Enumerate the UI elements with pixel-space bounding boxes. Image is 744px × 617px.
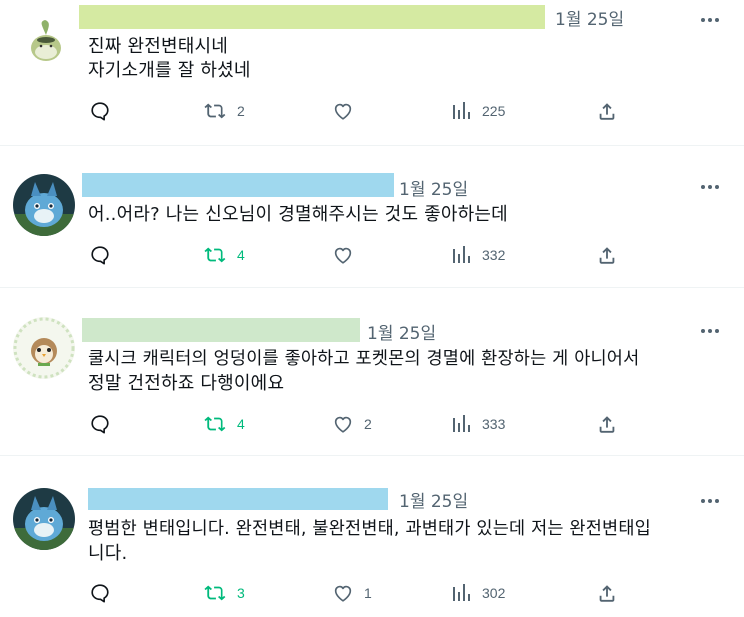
views-button[interactable]: 333	[452, 412, 505, 436]
more-options-button[interactable]	[698, 319, 722, 343]
tweet-text-line: 진짜 완전변태시네	[88, 36, 229, 57]
tweet-date[interactable]: 1월 25일	[555, 5, 624, 30]
more-options-button[interactable]	[698, 175, 722, 199]
heart-icon	[334, 416, 352, 433]
redacted-username	[79, 5, 545, 29]
like-button[interactable]: 1	[332, 581, 372, 605]
reply-button[interactable]	[89, 581, 111, 605]
blue-creature-avatar-icon	[13, 488, 75, 550]
blue-creature-avatar-icon	[13, 174, 75, 236]
avatar[interactable]	[15, 10, 77, 72]
like-button[interactable]: 2	[332, 412, 372, 436]
view-count: 333	[482, 416, 506, 432]
views-bar-chart-icon	[453, 246, 470, 263]
retweet-icon	[204, 103, 226, 119]
share-button[interactable]	[596, 99, 618, 123]
views-bar-chart-icon	[453, 102, 470, 119]
retweet-button[interactable]: 2	[203, 99, 245, 123]
redacted-username	[88, 488, 388, 510]
views-bar-chart-icon	[453, 415, 470, 432]
avatar[interactable]	[13, 174, 75, 236]
like-count: 1	[364, 585, 372, 601]
reply-button[interactable]	[89, 243, 111, 267]
more-dots-icon	[701, 185, 719, 189]
tweet[interactable]: 1월 25일 어..어라? 나는 신오님이 경멸해주시는 것도 좋아하는데 4 …	[0, 146, 744, 288]
tweet-date[interactable]: 1월 25일	[399, 487, 468, 512]
retweet-count: 4	[237, 416, 245, 432]
like-count: 2	[364, 416, 372, 432]
like-button[interactable]	[332, 243, 354, 267]
share-button[interactable]	[596, 243, 618, 267]
tweet-date[interactable]: 1월 25일	[367, 319, 436, 344]
retweet-button[interactable]: 4	[203, 412, 245, 436]
share-upload-icon	[599, 247, 615, 264]
redacted-username	[82, 318, 360, 342]
reply-icon	[91, 415, 109, 434]
reply-button[interactable]	[89, 412, 111, 436]
retweet-icon	[204, 416, 226, 432]
retweet-button[interactable]: 3	[203, 581, 245, 605]
tweet-text-line: 자기소개를 잘 하셨네	[88, 60, 251, 81]
more-dots-icon	[701, 329, 719, 333]
redacted-username	[82, 173, 394, 197]
view-count: 332	[482, 247, 506, 263]
more-dots-icon	[701, 18, 719, 22]
reply-icon	[91, 102, 109, 121]
heart-icon	[334, 585, 352, 602]
tweet-text-line: 니다.	[88, 543, 128, 564]
retweet-count: 4	[237, 247, 245, 263]
share-upload-icon	[599, 416, 615, 433]
view-count: 302	[482, 585, 506, 601]
heart-icon	[334, 247, 352, 264]
sprout-character-avatar-icon	[15, 10, 77, 72]
more-options-button[interactable]	[698, 8, 722, 32]
tweet[interactable]: 1월 25일 평범한 변태입니다. 완전변태, 불완전변태, 과변태가 있는데 …	[0, 456, 744, 617]
tweet[interactable]: 1월 25일 진짜 완전변태시네 자기소개를 잘 하셨네 2 225	[0, 0, 744, 146]
tweet[interactable]: 1월 25일 쿨시크 캐릭터의 엉덩이를 좋아하고 포켓몬의 경멸에 환장하는 …	[0, 288, 744, 456]
retweet-button[interactable]: 4	[203, 243, 245, 267]
more-options-button[interactable]	[698, 489, 722, 513]
reply-icon	[91, 584, 109, 603]
reply-icon	[91, 246, 109, 265]
avatar[interactable]	[13, 317, 75, 379]
views-bar-chart-icon	[453, 584, 470, 601]
views-button[interactable]: 302	[452, 581, 505, 605]
share-button[interactable]	[596, 581, 618, 605]
retweet-icon	[204, 247, 226, 263]
share-upload-icon	[599, 585, 615, 602]
reply-button[interactable]	[89, 99, 111, 123]
tweet-text-line: 어..어라? 나는 신오님이 경멸해주시는 것도 좋아하는데	[88, 204, 508, 225]
tweet-text-line: 평범한 변태입니다. 완전변태, 불완전변태, 과변태가 있는데 저는 완전변태…	[88, 519, 651, 539]
views-button[interactable]: 225	[452, 99, 505, 123]
tweet-date[interactable]: 1월 25일	[399, 175, 468, 200]
tweet-text-line: 정말 건전하죠 다행이에요	[88, 373, 285, 394]
tweet-text-line: 쿨시크 캐릭터의 엉덩이를 좋아하고 포켓몬의 경멸에 환장하는 게 아니어서	[88, 349, 640, 369]
owl-character-avatar-icon	[13, 317, 75, 379]
retweet-count: 2	[237, 103, 245, 119]
more-dots-icon	[701, 499, 719, 503]
views-button[interactable]: 332	[452, 243, 505, 267]
retweet-icon	[204, 585, 226, 601]
view-count: 225	[482, 103, 506, 119]
heart-icon	[334, 103, 352, 120]
like-button[interactable]	[332, 99, 354, 123]
retweet-count: 3	[237, 585, 245, 601]
avatar[interactable]	[13, 488, 75, 550]
share-upload-icon	[599, 103, 615, 120]
share-button[interactable]	[596, 412, 618, 436]
